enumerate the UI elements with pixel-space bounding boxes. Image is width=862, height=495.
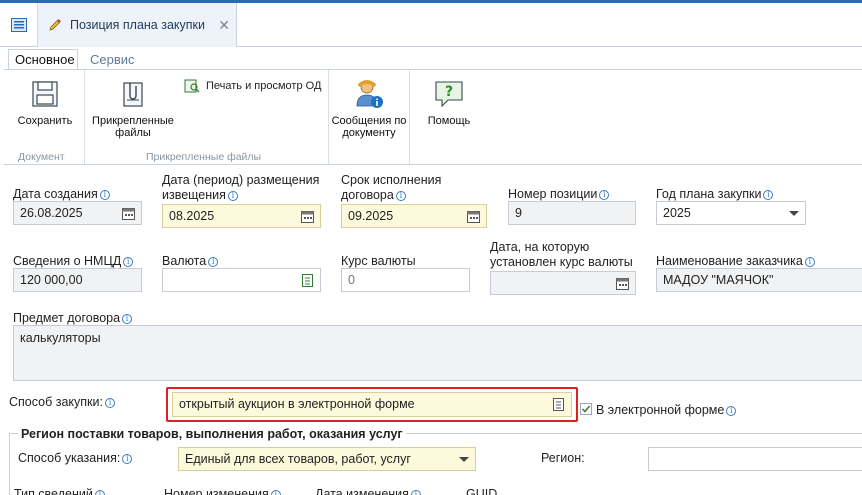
- info-icon[interactable]: i: [227, 191, 238, 201]
- change-number-label: Номер изменения i: [164, 487, 281, 495]
- info-icon[interactable]: i: [599, 190, 610, 200]
- svg-text:?: ?: [445, 84, 453, 100]
- user-info-icon: [356, 80, 383, 108]
- attachment-icon: [123, 82, 143, 107]
- info-icon[interactable]: i: [208, 257, 219, 267]
- info-icon[interactable]: i: [410, 490, 421, 495]
- method-field[interactable]: открытый аукцион в электронной форме: [172, 392, 572, 417]
- ribbon-tab-main[interactable]: Основное: [8, 49, 78, 69]
- region-section-title: Регион поставки товаров, выполнения рабо…: [18, 427, 406, 441]
- rate-date-label: Дата, на которую установлен курс валюты: [490, 240, 633, 269]
- close-icon[interactable]: ✕: [218, 17, 230, 34]
- subject-textarea[interactable]: калькуляторы: [13, 325, 862, 381]
- info-icon[interactable]: i: [726, 406, 737, 416]
- customer-name-label: Наименование заказчика i: [656, 254, 815, 269]
- attached-files-label: Прикрепленные файлы: [92, 115, 174, 139]
- ribbon-separator: [409, 70, 410, 164]
- info-icon[interactable]: i: [122, 314, 133, 324]
- messages-button[interactable]: Сообщения по документу: [331, 78, 407, 139]
- info-icon[interactable]: i: [123, 257, 134, 267]
- chevron-down-icon: [789, 211, 799, 216]
- info-icon[interactable]: i: [122, 454, 133, 464]
- plan-year-select[interactable]: 2025: [656, 201, 806, 225]
- calendar-icon[interactable]: [301, 210, 314, 223]
- messages-label: Сообщения по документу: [331, 115, 407, 139]
- info-icon[interactable]: i: [94, 490, 105, 495]
- subject-label: Предмет договора i: [13, 311, 133, 326]
- chevron-down-icon: [459, 457, 469, 462]
- indication-label: Способ указания: i: [18, 451, 133, 466]
- document-tab[interactable]: Позиция плана закупки ✕: [38, 3, 237, 47]
- attached-files-button[interactable]: Прикрепленные файлы: [90, 80, 176, 139]
- calendar-icon[interactable]: [616, 277, 629, 290]
- save-label: Сохранить: [17, 115, 73, 127]
- change-date-label: Дата изменения i: [315, 487, 421, 495]
- info-icon[interactable]: i: [104, 398, 115, 408]
- info-icon[interactable]: i: [804, 257, 815, 267]
- currency-label: Валюта i: [162, 254, 219, 269]
- created-date-label: Дата создания i: [13, 187, 110, 202]
- pencil-icon: [49, 19, 61, 31]
- plan-year-label: Год плана закупки i: [656, 187, 774, 202]
- help-icon: ?: [435, 81, 463, 108]
- placement-date-field[interactable]: 08.2025: [162, 204, 321, 228]
- home-button[interactable]: [0, 3, 38, 46]
- electronic-label: В электронной форме i: [596, 403, 737, 418]
- calendar-icon[interactable]: [467, 210, 480, 223]
- info-icon[interactable]: i: [763, 190, 774, 200]
- floppy-disk-icon: [32, 81, 58, 107]
- group-label-document: Документ: [18, 151, 65, 163]
- checkmark-icon: [581, 405, 591, 413]
- info-icon[interactable]: i: [99, 190, 110, 200]
- currency-field[interactable]: [162, 268, 321, 292]
- save-button[interactable]: Сохранить: [14, 80, 76, 127]
- electronic-checkbox[interactable]: [580, 403, 592, 415]
- ribbon-separator: [328, 70, 329, 164]
- nmcd-field[interactable]: 120 000,00: [13, 268, 142, 292]
- info-type-label: Тип сведений i: [14, 487, 105, 495]
- rate-date-field[interactable]: [490, 271, 636, 295]
- rate-field[interactable]: 0: [341, 268, 470, 292]
- help-label: Помощь: [427, 115, 471, 127]
- print-button[interactable]: Печать и просмотр ОД: [184, 79, 321, 93]
- position-number-label: Номер позиции i: [508, 187, 610, 202]
- group-label-files: Прикрепленные файлы: [146, 151, 262, 163]
- rate-label: Курс валюты: [341, 254, 416, 268]
- indication-select[interactable]: Единый для всех товаров, работ, услуг: [178, 447, 476, 471]
- document-tab-title: Позиция плана закупки: [70, 18, 205, 32]
- customer-name-field[interactable]: МАДОУ "МАЯЧОК": [656, 268, 862, 292]
- ribbon-tab-service[interactable]: Сервис: [90, 49, 135, 69]
- print-preview-icon: [184, 79, 200, 93]
- position-number-field[interactable]: 9: [508, 201, 636, 225]
- region-label: Регион:: [541, 451, 585, 465]
- reference-book-icon[interactable]: [301, 274, 314, 287]
- placement-date-label: Дата (период) размещения извещения i: [162, 173, 320, 202]
- nmcd-label: Сведения о НМЦД i: [13, 254, 134, 269]
- region-field[interactable]: [648, 447, 862, 471]
- contract-term-field[interactable]: 09.2025: [341, 204, 487, 228]
- list-icon: [10, 17, 27, 32]
- info-icon[interactable]: i: [270, 490, 281, 495]
- ribbon-separator: [84, 70, 85, 164]
- created-date-field[interactable]: 26.08.2025: [13, 201, 142, 225]
- method-label: Способ закупки: i: [9, 395, 115, 410]
- info-icon[interactable]: i: [395, 191, 406, 201]
- contract-term-label: Срок исполнения договора i: [341, 173, 442, 202]
- reference-book-icon[interactable]: [552, 398, 565, 411]
- help-button[interactable]: ? Помощь: [418, 80, 480, 127]
- calendar-icon[interactable]: [122, 207, 135, 220]
- print-label: Печать и просмотр ОД: [206, 80, 322, 92]
- guid-label: GUID: [466, 487, 498, 495]
